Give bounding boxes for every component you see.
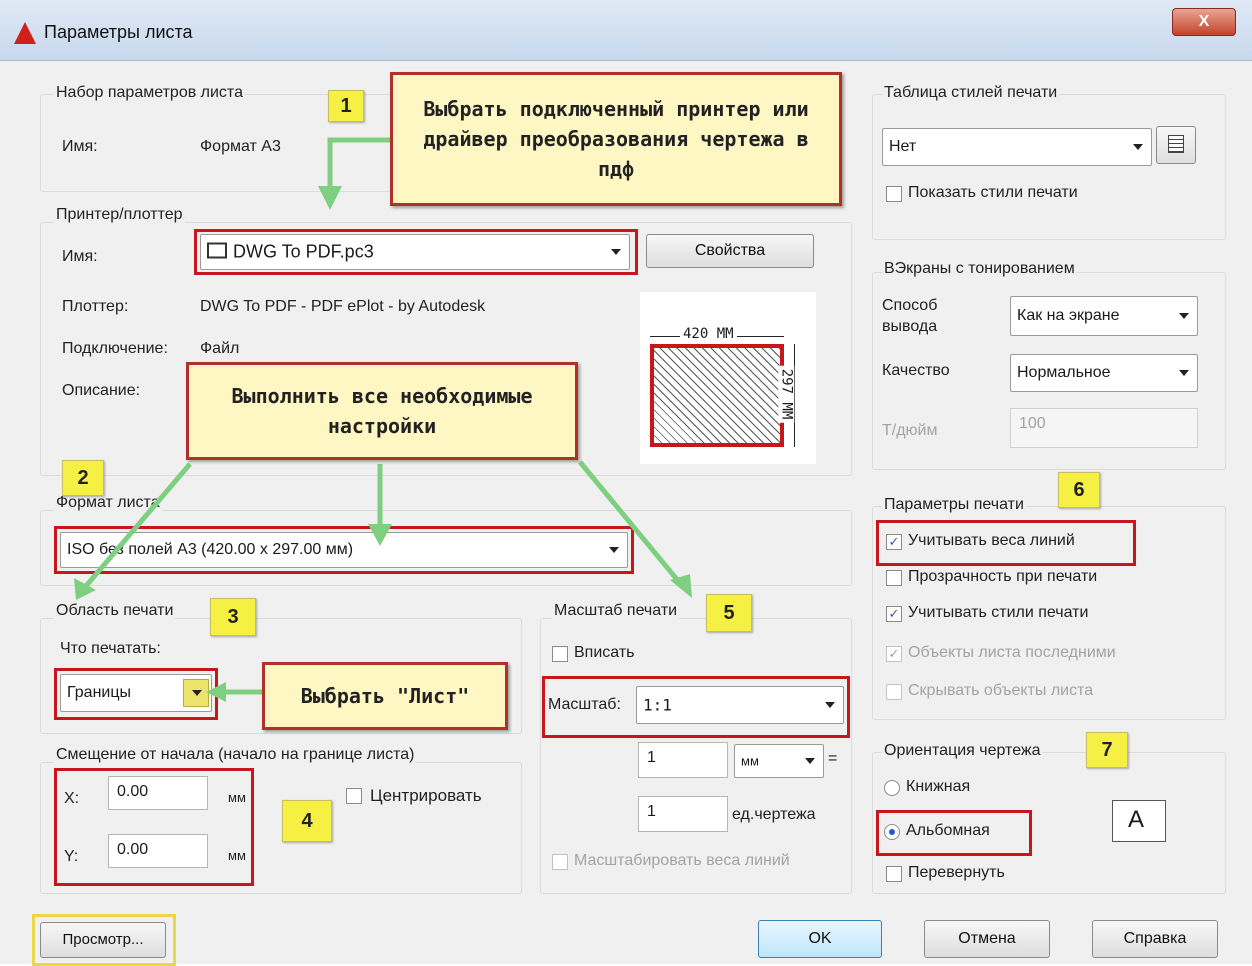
step-number-6: 6 xyxy=(1058,472,1100,508)
what-to-plot-label: Что печатать: xyxy=(60,640,161,657)
preview-height-label: 297 ММ xyxy=(778,365,795,423)
shaded-group-title: ВЭкраны с тонированием xyxy=(882,260,1077,278)
step-number-3: 3 xyxy=(210,598,256,636)
autocad-logo-icon xyxy=(14,22,36,44)
scale-value-2: 1 xyxy=(647,803,656,820)
chevron-down-icon xyxy=(805,758,815,764)
highlight-printer-select xyxy=(194,229,638,275)
window-title: Параметры листа xyxy=(44,22,193,42)
callout-select-printer: Выбрать подключенный принтер или драйвер… xyxy=(390,72,842,206)
plot-options-group-title: Параметры печати xyxy=(882,496,1026,514)
preview-width-label: 420 ММ xyxy=(680,326,737,342)
page-setup-group-title: Набор параметров листа xyxy=(54,84,245,102)
connection-value: Файл xyxy=(200,340,240,357)
fit-to-paper-label: Вписать xyxy=(574,644,635,661)
close-button[interactable]: X xyxy=(1172,8,1236,36)
printer-group-title: Принтер/плоттер xyxy=(54,206,185,224)
orientation-letter: A xyxy=(1128,806,1145,833)
hide-paperspace-checkbox xyxy=(886,684,902,700)
page-setup-name-value: Формат А3 xyxy=(200,138,281,155)
paper-size-group-title: Формат листа xyxy=(54,494,162,512)
step-number-7: 7 xyxy=(1086,732,1128,768)
highlight-offset-fields xyxy=(54,768,254,886)
highlight-landscape-option xyxy=(876,810,1032,856)
center-plot-checkbox[interactable] xyxy=(346,788,362,804)
hide-paperspace-label: Скрывать объекты листа xyxy=(908,682,1094,699)
step-number-2: 2 xyxy=(62,460,104,496)
paper-preview-area xyxy=(650,344,784,447)
highlight-scale-select xyxy=(542,676,850,738)
ok-button[interactable]: OK xyxy=(758,920,882,958)
properties-button[interactable]: Свойства xyxy=(646,234,814,268)
step-number-5: 5 xyxy=(706,594,752,632)
scale-paper-units-input[interactable]: 1 xyxy=(638,742,728,778)
connection-label: Подключение: xyxy=(62,340,168,357)
scale-group-title: Масштаб печати xyxy=(552,602,680,620)
upside-down-label: Перевернуть xyxy=(908,864,1005,881)
plotter-value: DWG To PDF - PDF ePlot - by Autodesk xyxy=(200,298,486,315)
printer-name-label: Имя: xyxy=(62,248,98,265)
chevron-down-icon xyxy=(1133,144,1143,150)
scale-equals-sign: = xyxy=(828,750,838,767)
highlight-preview-button xyxy=(32,914,176,966)
edit-plot-style-button[interactable] xyxy=(1156,126,1196,164)
scale-units-select[interactable]: мм xyxy=(734,744,824,778)
edit-table-icon xyxy=(1168,135,1184,153)
plot-with-styles-label: Учитывать стили печати xyxy=(908,604,1089,621)
quality-label: Качество xyxy=(882,362,950,379)
paper-preview: 420 ММ 297 ММ xyxy=(640,292,816,464)
plot-style-group-title: Таблица стилей печати xyxy=(882,84,1060,102)
paperspace-last-checkbox: ✓ xyxy=(886,646,902,662)
plot-style-select[interactable]: Нет xyxy=(882,128,1152,166)
plot-transparency-label: Прозрачность при печати xyxy=(908,568,1098,585)
plot-with-styles-checkbox[interactable]: ✓ xyxy=(886,606,902,622)
scale-drawing-units-input[interactable]: 1 xyxy=(638,796,728,832)
plotter-label: Плоттер: xyxy=(62,298,129,315)
plot-style-value: Нет xyxy=(889,138,917,155)
offset-group-title: Смещение от начала (начало на границе ли… xyxy=(54,746,417,764)
callout-select-sheet: Выбрать "Лист" xyxy=(262,662,508,730)
highlight-what-to-plot xyxy=(54,668,218,720)
quality-select[interactable]: Нормальное xyxy=(1010,354,1198,392)
orientation-page-icon: A xyxy=(1112,800,1166,842)
portrait-label: Книжная xyxy=(906,778,971,795)
plot-style-group xyxy=(872,94,1226,240)
fit-to-paper-checkbox[interactable] xyxy=(552,646,568,662)
shade-plot-select[interactable]: Как на экране xyxy=(1010,296,1198,336)
dpi-label: Т/дюйм xyxy=(882,422,938,439)
callout-do-settings: Выполнить все необходимые настройки xyxy=(186,362,578,460)
scale-value-1: 1 xyxy=(647,749,656,766)
shade-plot-label: Способ вывода xyxy=(882,297,938,335)
show-plot-styles-label: Показать стили печати xyxy=(908,184,1078,201)
highlight-lineweights-option xyxy=(876,520,1136,566)
step-number-1: 1 xyxy=(328,90,364,122)
scale-unit-value: мм xyxy=(741,753,759,769)
page-setup-name-label: Имя: xyxy=(62,138,98,155)
title-bar: Параметры листа X xyxy=(0,0,1252,61)
description-label: Описание: xyxy=(62,382,141,399)
scale-lineweights-checkbox xyxy=(552,854,568,870)
cancel-button[interactable]: Отмена xyxy=(924,920,1050,958)
shade-plot-value: Как на экране xyxy=(1017,307,1120,324)
portrait-radio[interactable] xyxy=(884,780,900,796)
dpi-value: 100 xyxy=(1019,415,1046,432)
upside-down-checkbox[interactable] xyxy=(886,866,902,882)
highlight-paper-size-select xyxy=(54,526,634,574)
plot-area-group-title: Область печати xyxy=(54,602,176,620)
chevron-down-icon xyxy=(1179,313,1189,319)
paperspace-last-label: Объекты листа последними xyxy=(908,644,1116,661)
show-plot-styles-checkbox[interactable] xyxy=(886,186,902,202)
quality-value: Нормальное xyxy=(1017,364,1111,381)
dpi-input: 100 xyxy=(1010,408,1198,448)
step-number-4: 4 xyxy=(282,800,332,842)
chevron-down-icon xyxy=(1179,370,1189,376)
help-button[interactable]: Справка xyxy=(1092,920,1218,958)
drawing-units-label: ед.чертежа xyxy=(732,806,816,823)
plot-transparency-checkbox[interactable] xyxy=(886,570,902,586)
orientation-group-title: Ориентация чертежа xyxy=(882,742,1043,760)
scale-lineweights-label: Масштабировать веса линий xyxy=(574,852,790,869)
center-plot-label: Центрировать xyxy=(370,786,482,805)
